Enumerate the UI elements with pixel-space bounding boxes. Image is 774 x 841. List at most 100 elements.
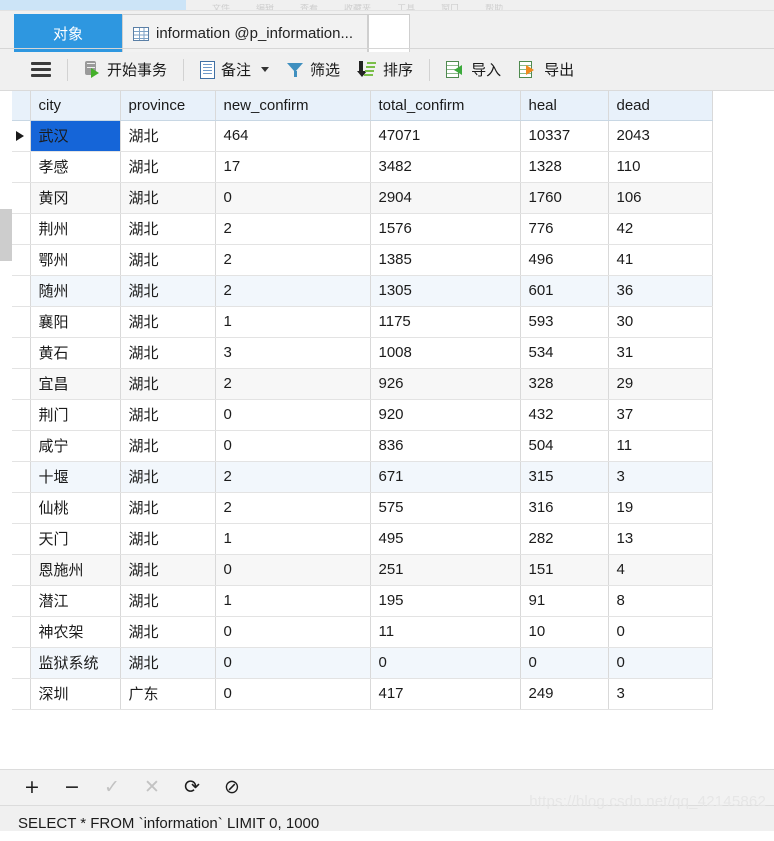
cell-total-confirm[interactable]: 0	[370, 647, 521, 679]
cell-city[interactable]: 监狱系统	[30, 647, 121, 679]
stop-button[interactable]: ⊘	[222, 778, 242, 798]
row-indicator[interactable]	[12, 585, 31, 617]
table-row[interactable]: 黄石 湖北 3 1008 534 31	[12, 337, 713, 369]
cell-province[interactable]: 湖北	[120, 616, 216, 648]
cell-city[interactable]: 孝感	[30, 151, 121, 183]
cell-new-confirm[interactable]: 0	[215, 678, 371, 710]
cell-heal[interactable]: 601	[520, 275, 609, 307]
menu-button[interactable]	[22, 58, 60, 82]
cell-heal[interactable]: 91	[520, 585, 609, 617]
refresh-button[interactable]: ⟳	[182, 778, 202, 798]
cell-dead[interactable]: 106	[608, 182, 713, 214]
cell-province[interactable]: 湖北	[120, 368, 216, 400]
row-indicator[interactable]	[12, 616, 31, 648]
cell-city[interactable]: 咸宁	[30, 430, 121, 462]
cell-new-confirm[interactable]: 2	[215, 492, 371, 524]
row-indicator[interactable]	[12, 647, 31, 679]
cell-total-confirm[interactable]: 417	[370, 678, 521, 710]
cell-dead[interactable]: 110	[608, 151, 713, 183]
row-indicator[interactable]	[12, 399, 31, 431]
cell-dead[interactable]: 37	[608, 399, 713, 431]
cell-new-confirm[interactable]: 3	[215, 337, 371, 369]
cell-province[interactable]: 湖北	[120, 492, 216, 524]
cell-city[interactable]: 神农架	[30, 616, 121, 648]
cell-new-confirm[interactable]: 0	[215, 616, 371, 648]
cell-new-confirm[interactable]: 1	[215, 523, 371, 555]
cell-city[interactable]: 襄阳	[30, 306, 121, 338]
cell-total-confirm[interactable]: 495	[370, 523, 521, 555]
cell-dead[interactable]: 41	[608, 244, 713, 276]
row-indicator[interactable]	[12, 213, 31, 245]
cell-dead[interactable]: 13	[608, 523, 713, 555]
cell-new-confirm[interactable]: 17	[215, 151, 371, 183]
cell-city[interactable]: 恩施州	[30, 554, 121, 586]
cell-city[interactable]: 潜江	[30, 585, 121, 617]
column-header-province[interactable]: province	[120, 91, 216, 121]
chevron-down-icon[interactable]	[261, 67, 270, 72]
vertical-scrollbar[interactable]	[0, 91, 12, 769]
cell-heal[interactable]: 1760	[520, 182, 609, 214]
cell-province[interactable]: 湖北	[120, 306, 216, 338]
menu-item-file[interactable]: 文件	[212, 4, 230, 10]
cell-dead[interactable]: 19	[608, 492, 713, 524]
cell-heal[interactable]: 151	[520, 554, 609, 586]
cell-dead[interactable]: 2043	[608, 120, 713, 152]
cell-dead[interactable]: 3	[608, 678, 713, 710]
table-row[interactable]: 鄂州 湖北 2 1385 496 41	[12, 244, 713, 276]
row-indicator[interactable]	[12, 306, 31, 338]
cell-province[interactable]: 湖北	[120, 275, 216, 307]
column-header-dead[interactable]: dead	[608, 91, 713, 121]
cell-dead[interactable]: 0	[608, 647, 713, 679]
cell-city[interactable]: 荆州	[30, 213, 121, 245]
cell-city[interactable]: 随州	[30, 275, 121, 307]
tab-blank[interactable]	[368, 14, 410, 52]
cell-dead[interactable]: 30	[608, 306, 713, 338]
cell-province[interactable]: 湖北	[120, 461, 216, 493]
cell-heal[interactable]: 328	[520, 368, 609, 400]
cell-dead[interactable]: 8	[608, 585, 713, 617]
menu-item-help[interactable]: 帮助	[485, 4, 503, 10]
cell-new-confirm[interactable]: 1	[215, 585, 371, 617]
menu-item-view[interactable]: 查看	[300, 4, 318, 10]
table-row[interactable]: 天门 湖北 1 495 282 13	[12, 523, 713, 555]
add-record-button[interactable]: +	[22, 778, 42, 798]
cell-new-confirm[interactable]: 1	[215, 306, 371, 338]
filter-button[interactable]: 筛选	[278, 55, 349, 84]
cell-province[interactable]: 湖北	[120, 585, 216, 617]
column-header-city[interactable]: city	[30, 91, 121, 121]
menu-item-window[interactable]: 窗口	[441, 4, 459, 10]
cell-dead[interactable]: 42	[608, 213, 713, 245]
table-row[interactable]: 随州 湖北 2 1305 601 36	[12, 275, 713, 307]
cell-dead[interactable]: 0	[608, 616, 713, 648]
cell-new-confirm[interactable]: 464	[215, 120, 371, 152]
cell-new-confirm[interactable]: 0	[215, 647, 371, 679]
cell-heal[interactable]: 0	[520, 647, 609, 679]
row-indicator[interactable]	[12, 182, 31, 214]
cell-dead[interactable]: 3	[608, 461, 713, 493]
import-button[interactable]: 导入	[437, 55, 510, 84]
cell-dead[interactable]: 31	[608, 337, 713, 369]
cell-dead[interactable]: 36	[608, 275, 713, 307]
cell-province[interactable]: 广东	[120, 678, 216, 710]
table-row[interactable]: 神农架 湖北 0 11 10 0	[12, 616, 713, 648]
cell-city[interactable]: 十堰	[30, 461, 121, 493]
row-indicator[interactable]	[12, 430, 31, 462]
row-indicator[interactable]	[12, 120, 31, 152]
table-row[interactable]: 孝感 湖北 17 3482 1328 110	[12, 151, 713, 183]
row-indicator[interactable]	[12, 492, 31, 524]
row-indicator[interactable]	[12, 554, 31, 586]
column-header-new-confirm[interactable]: new_confirm	[215, 91, 371, 121]
row-indicator[interactable]	[12, 151, 31, 183]
cell-total-confirm[interactable]: 47071	[370, 120, 521, 152]
cell-total-confirm[interactable]: 3482	[370, 151, 521, 183]
cell-province[interactable]: 湖北	[120, 554, 216, 586]
cell-heal[interactable]: 1328	[520, 151, 609, 183]
cell-heal[interactable]: 282	[520, 523, 609, 555]
cell-total-confirm[interactable]: 671	[370, 461, 521, 493]
cell-total-confirm[interactable]: 920	[370, 399, 521, 431]
cell-province[interactable]: 湖北	[120, 337, 216, 369]
cell-province[interactable]: 湖北	[120, 182, 216, 214]
cell-city[interactable]: 黄冈	[30, 182, 121, 214]
table-row[interactable]: 恩施州 湖北 0 251 151 4	[12, 554, 713, 586]
menu-item-tools[interactable]: 工具	[397, 4, 415, 10]
